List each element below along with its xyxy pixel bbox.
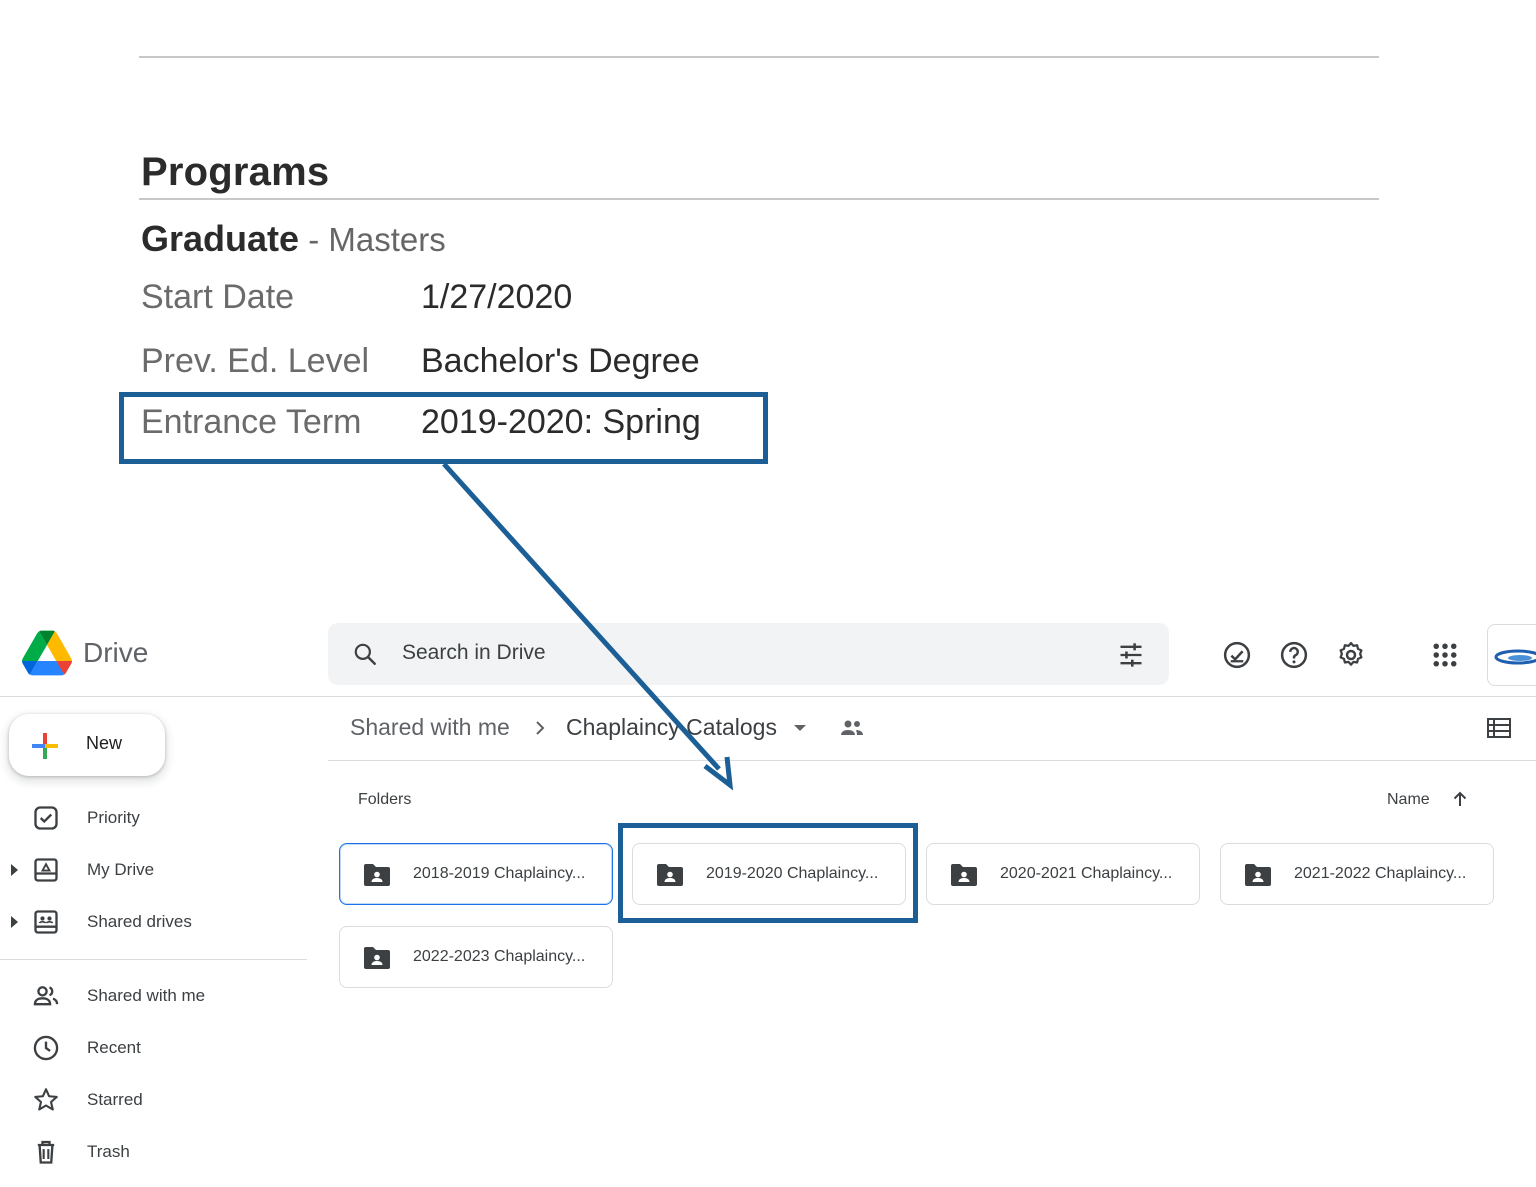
folder-name: 2018-2019 Chaplaincy...	[413, 865, 586, 882]
search-options-icon[interactable]	[1117, 641, 1145, 669]
chevron-right-icon	[536, 721, 545, 735]
account-avatar[interactable]	[1487, 624, 1536, 686]
expand-arrow-icon[interactable]	[11, 864, 18, 876]
drive-app-name[interactable]: Drive	[83, 637, 148, 669]
offline-ready-icon[interactable]	[1222, 640, 1252, 670]
program-level: Graduate - Masters	[141, 218, 446, 260]
folder-item[interactable]: 2022-2023 Chaplaincy...	[339, 926, 613, 988]
folders-section-label: Folders	[358, 791, 412, 808]
sidebar-item-label: Starred	[87, 1090, 143, 1109]
list-view-icon[interactable]	[1486, 716, 1512, 740]
folder-name: 2020-2021 Chaplaincy...	[1000, 865, 1173, 882]
apps-grid-icon[interactable]	[1430, 640, 1460, 670]
programs-heading: Programs	[141, 150, 330, 194]
sidebar-item-shared-with-me[interactable]: Shared with me	[0, 976, 300, 1016]
recent-icon	[33, 1035, 59, 1061]
prev-ed-level-label: Prev. Ed. Level	[141, 342, 370, 380]
header-divider	[0, 696, 1536, 697]
trash-icon	[37, 1140, 55, 1164]
sidebar-item-label: Trash	[87, 1142, 130, 1161]
search-input[interactable]	[402, 638, 1002, 668]
level-text: Graduate	[141, 218, 300, 259]
folder-item[interactable]: 2021-2022 Chaplaincy...	[1220, 843, 1494, 905]
shared-folder-icon	[1245, 864, 1271, 886]
shared-folder-icon	[951, 864, 977, 886]
sort-by-name-button[interactable]: Name	[1387, 791, 1430, 809]
settings-icon[interactable]	[1336, 640, 1366, 670]
new-button-label[interactable]: New	[86, 733, 122, 754]
drive-logo-icon[interactable]	[22, 630, 72, 676]
sidebar-item-trash[interactable]: Trash	[0, 1132, 300, 1172]
new-plus-icon	[32, 733, 58, 759]
star-icon	[34, 1088, 58, 1111]
breadcrumb-shared-with-me[interactable]: Shared with me	[350, 714, 510, 741]
shared-drives-icon	[34, 910, 58, 934]
shared-with-me-icon	[33, 986, 59, 1006]
sidebar-item-starred[interactable]: Starred	[0, 1080, 300, 1120]
sidebar-item-label: Shared with me	[87, 986, 206, 1005]
chevron-down-icon[interactable]	[794, 725, 806, 731]
account-logo-icon	[1494, 649, 1536, 665]
sidebar-item-label: Recent	[87, 1038, 141, 1057]
arrow-up-icon[interactable]	[1450, 789, 1470, 809]
search-icon[interactable]	[352, 641, 378, 667]
level-separator: -	[299, 221, 329, 258]
sidebar-item-shared-drives[interactable]: Shared drives	[0, 902, 300, 942]
degree-text: Masters	[328, 221, 446, 258]
programs-underline	[139, 198, 1379, 200]
sidebar-item-my-drive[interactable]: My Drive	[0, 850, 300, 890]
breadcrumb-current-folder[interactable]: Chaplaincy Catalogs	[566, 714, 777, 741]
sidebar-item-label: My Drive	[87, 860, 155, 879]
entrance-term-highlight	[119, 392, 768, 464]
expand-arrow-icon[interactable]	[11, 916, 18, 928]
shared-folder-icon	[364, 947, 390, 969]
arrow-head-icon	[703, 756, 734, 791]
folder-name: 2021-2022 Chaplaincy...	[1294, 865, 1467, 882]
start-date-label: Start Date	[141, 278, 295, 316]
sidebar-item-label: Priority	[87, 808, 140, 827]
folder-item[interactable]: 2020-2021 Chaplaincy...	[926, 843, 1200, 905]
toolbar-divider	[328, 760, 1536, 761]
help-icon[interactable]	[1279, 640, 1309, 670]
my-drive-icon	[34, 858, 58, 882]
folder-item[interactable]: 2018-2019 Chaplaincy...	[339, 843, 613, 905]
sidebar-divider	[0, 959, 307, 960]
folder-name: 2022-2023 Chaplaincy...	[413, 948, 586, 965]
start-date-value: 1/27/2020	[421, 278, 573, 316]
shared-folder-people-icon[interactable]	[839, 717, 865, 739]
target-folder-highlight	[618, 823, 918, 923]
sidebar-item-priority[interactable]: Priority	[0, 798, 300, 838]
shared-folder-icon	[364, 864, 390, 886]
priority-icon	[34, 806, 58, 830]
top-divider	[139, 56, 1379, 58]
sidebar-item-label: Shared drives	[87, 912, 192, 931]
prev-ed-level-value: Bachelor's Degree	[421, 342, 700, 380]
sidebar-item-recent[interactable]: Recent	[0, 1028, 300, 1068]
